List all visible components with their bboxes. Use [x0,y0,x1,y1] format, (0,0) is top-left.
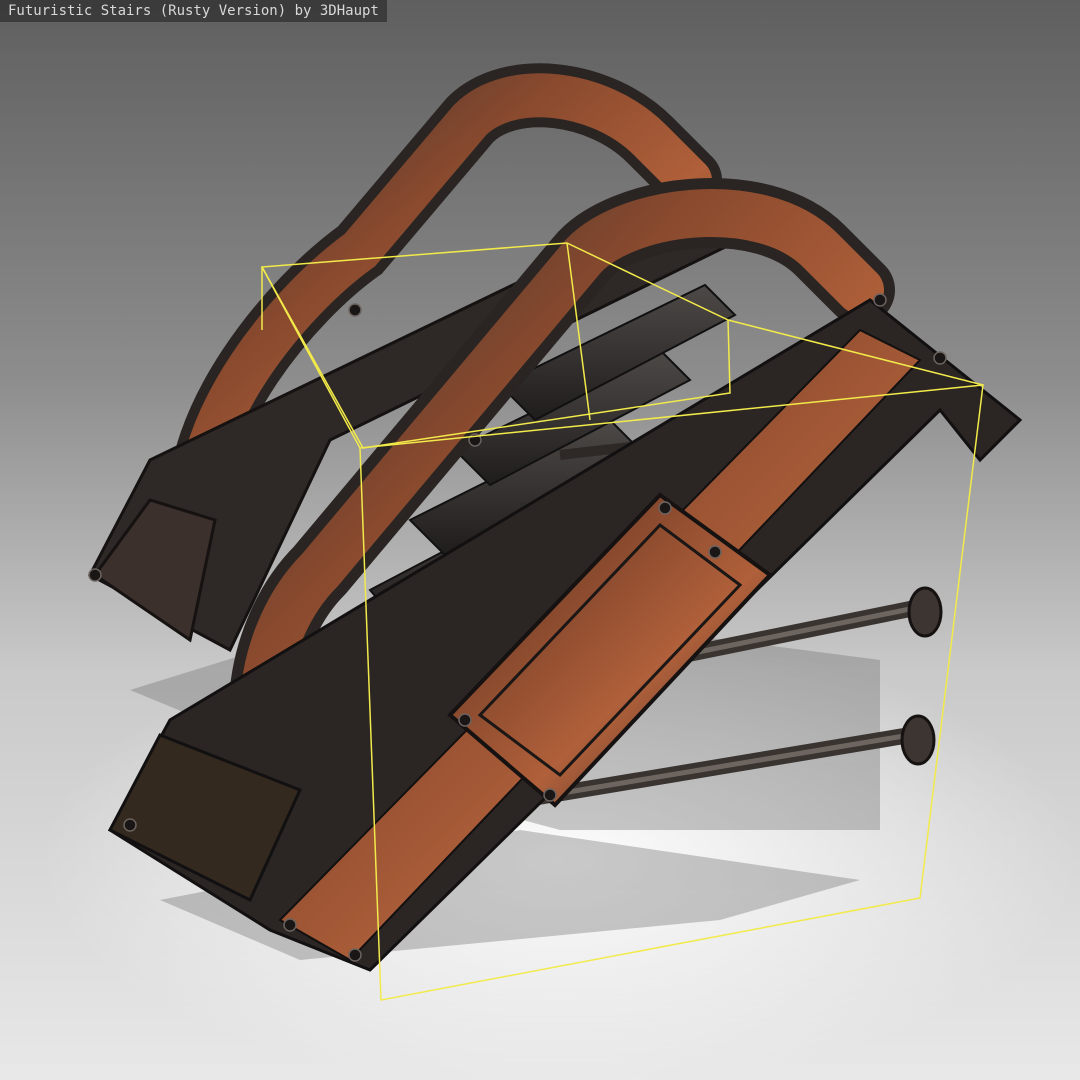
viewer-title-bar: Futuristic Stairs (Rusty Version) by 3DH… [0,0,387,22]
scene-canvas[interactable] [0,0,1080,1080]
model-title: Futuristic Stairs (Rusty Version) by 3DH… [8,3,379,19]
3d-viewport[interactable]: Futuristic Stairs (Rusty Version) by 3DH… [0,0,1080,1080]
